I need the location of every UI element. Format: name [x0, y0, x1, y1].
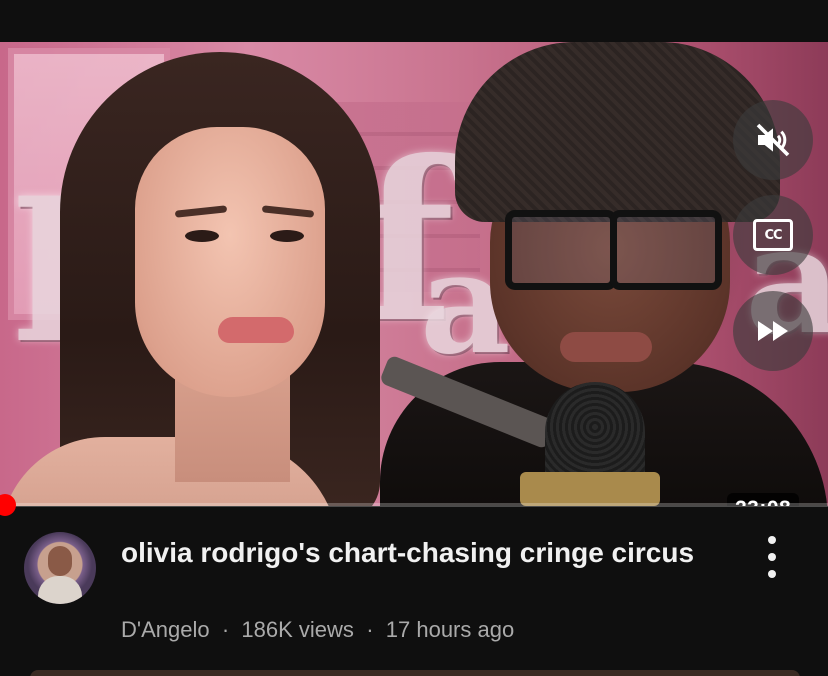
speaker-muted-icon: [756, 123, 790, 157]
video-metadata: D'Angelo · 186K views · 17 hours ago: [121, 617, 514, 643]
meta-separator: ·: [366, 617, 374, 642]
more-vertical-icon: [768, 536, 776, 544]
fast-forward-icon: [758, 321, 788, 341]
channel-name[interactable]: D'Angelo: [121, 617, 210, 642]
video-title[interactable]: olivia rodrigo's chart-chasing cringe ci…: [121, 533, 711, 572]
captions-button[interactable]: CC: [733, 195, 813, 275]
progress-bar[interactable]: [0, 503, 828, 507]
more-options-button[interactable]: [756, 536, 788, 578]
progress-scrubber[interactable]: [0, 494, 16, 516]
upload-age: 17 hours ago: [385, 617, 515, 642]
feed-screen: l f a a CC olivia rodrigo's chart-chasin…: [0, 0, 828, 676]
next-card-edge: [30, 670, 800, 676]
fast-forward-button[interactable]: [733, 291, 813, 371]
video-thumbnail[interactable]: l f a a CC: [0, 42, 828, 506]
captions-icon: CC: [753, 219, 793, 251]
channel-avatar[interactable]: [24, 532, 96, 604]
view-count: 186K views: [241, 617, 354, 642]
captions-label: CC: [764, 227, 782, 243]
mute-button[interactable]: [733, 100, 813, 180]
